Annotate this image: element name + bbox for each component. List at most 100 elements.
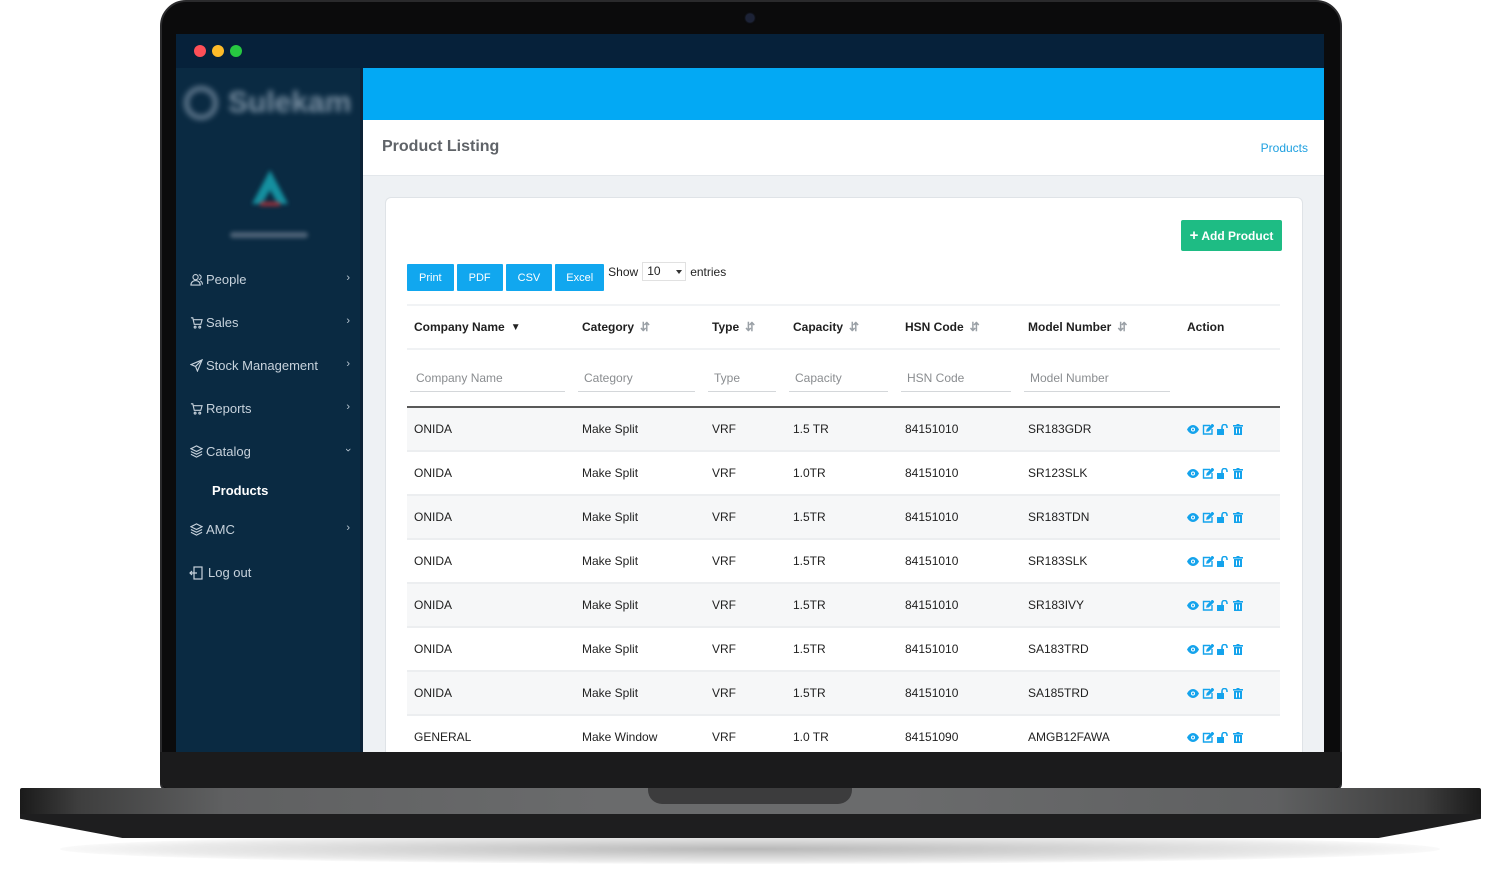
- table-row: ONIDA Make Split VRF 1.5 TR 84151010 SR1…: [407, 407, 1280, 452]
- column-header-model-number[interactable]: Model Number ⇵: [1021, 304, 1180, 350]
- view-icon[interactable]: [1187, 555, 1199, 567]
- cell-hsn-code: 84151010: [898, 627, 1021, 672]
- table-row: ONIDA Make Split VRF 1.5TR 84151010 SA18…: [407, 671, 1280, 716]
- view-icon[interactable]: [1187, 687, 1199, 699]
- filter-row: [407, 349, 1280, 408]
- cell-hsn-code: 84151010: [898, 539, 1021, 584]
- plus-icon: +: [1189, 226, 1199, 244]
- sidebar-item-people[interactable]: People ›: [176, 258, 360, 301]
- delete-icon[interactable]: [1232, 467, 1244, 479]
- sidebar-item-label: AMC: [206, 522, 235, 537]
- unlock-icon[interactable]: [1217, 555, 1229, 567]
- sidebar-item-catalog[interactable]: Catalog ›: [176, 430, 360, 473]
- add-product-label: Add Product: [1201, 228, 1274, 243]
- column-header-hsn-code[interactable]: HSN Code ⇵: [898, 304, 1021, 350]
- delete-icon[interactable]: [1232, 687, 1244, 699]
- cell-type: VRF: [705, 627, 786, 672]
- edit-icon[interactable]: [1202, 731, 1214, 743]
- edit-icon[interactable]: [1202, 423, 1214, 435]
- sidebar-item-reports[interactable]: Reports ›: [176, 387, 360, 430]
- column-header-company-name[interactable]: Company Name ▼: [407, 304, 575, 350]
- unlock-icon[interactable]: [1217, 687, 1229, 699]
- delete-icon[interactable]: [1232, 599, 1244, 611]
- type-filter[interactable]: [708, 364, 776, 392]
- cell-type: VRF: [705, 715, 786, 752]
- delete-icon[interactable]: [1232, 643, 1244, 655]
- table-row: ONIDA Make Split VRF 1.5TR 84151010 SA18…: [407, 627, 1280, 672]
- chevron-right-icon: ›: [346, 522, 350, 534]
- column-header-capacity[interactable]: Capacity ⇵: [786, 304, 898, 350]
- cell-capacity: 1.5TR: [786, 671, 898, 716]
- view-icon[interactable]: [1187, 511, 1199, 523]
- sort-both-icon: ⇵: [745, 320, 756, 335]
- edit-icon[interactable]: [1202, 643, 1214, 655]
- edit-icon[interactable]: [1202, 555, 1214, 567]
- sidebar-subitem-products[interactable]: Products: [176, 473, 360, 508]
- delete-icon[interactable]: [1232, 555, 1244, 567]
- edit-icon[interactable]: [1202, 511, 1214, 523]
- unlock-icon[interactable]: [1217, 467, 1229, 479]
- edit-icon[interactable]: [1202, 599, 1214, 611]
- close-window-button[interactable]: [194, 45, 206, 57]
- cell-capacity: 1.0TR: [786, 451, 898, 496]
- minimize-window-button[interactable]: [212, 45, 224, 57]
- edit-icon[interactable]: [1202, 687, 1214, 699]
- company-name-filter[interactable]: [410, 364, 565, 392]
- hsn-code-filter[interactable]: [901, 364, 1011, 392]
- page-length-control: Show 10 entries: [608, 262, 726, 281]
- brand-logo[interactable]: Sulekam: [184, 78, 351, 128]
- model-number-filter[interactable]: [1024, 364, 1170, 392]
- capacity-filter[interactable]: [789, 364, 888, 392]
- unlock-icon[interactable]: [1217, 731, 1229, 743]
- delete-icon[interactable]: [1232, 423, 1244, 435]
- csv-button[interactable]: CSV: [505, 264, 553, 291]
- sort-both-icon: ⇵: [640, 320, 651, 335]
- sidebar-item-logout[interactable]: Log out: [176, 551, 360, 594]
- cell-company-name: ONIDA: [407, 671, 575, 716]
- page-title: Product Listing: [382, 138, 500, 155]
- sidebar-item-stock-management[interactable]: Stock Management ›: [176, 344, 360, 387]
- cell-type: VRF: [705, 407, 786, 452]
- cell-type: VRF: [705, 539, 786, 584]
- screen: Sulekam People › Sales › Stock Managemen…: [176, 34, 1324, 752]
- column-header-type[interactable]: Type ⇵: [705, 304, 786, 350]
- page-length-select[interactable]: 10: [642, 262, 687, 281]
- column-header-category[interactable]: Category ⇵: [575, 304, 705, 350]
- view-icon[interactable]: [1187, 643, 1199, 655]
- delete-icon[interactable]: [1232, 511, 1244, 523]
- user-name-placeholder: [230, 232, 308, 238]
- unlock-icon[interactable]: [1217, 511, 1229, 523]
- unlock-icon[interactable]: [1217, 599, 1229, 611]
- products-table: Company Name ▼ Category ⇵ Type ⇵ Capacity ⇵ …: [407, 304, 1280, 752]
- view-icon[interactable]: [1187, 731, 1199, 743]
- excel-button[interactable]: Excel: [555, 264, 605, 291]
- maximize-window-button[interactable]: [230, 45, 242, 57]
- cell-category: Make Split: [575, 627, 705, 672]
- sidebar-item-label: People: [206, 272, 247, 287]
- sidebar-item-sales[interactable]: Sales ›: [176, 301, 360, 344]
- cell-category: Make Split: [575, 583, 705, 628]
- column-header-action: Action: [1180, 304, 1280, 350]
- sidebar: Sulekam People › Sales › Stock Managemen…: [176, 68, 363, 752]
- cell-category: Make Split: [575, 671, 705, 716]
- breadcrumb-products[interactable]: Products: [1261, 141, 1308, 155]
- cell-category: Make Split: [575, 539, 705, 584]
- category-filter[interactable]: [578, 364, 695, 392]
- view-icon[interactable]: [1187, 423, 1199, 435]
- cell-actions: [1180, 495, 1280, 540]
- unlock-icon[interactable]: [1217, 643, 1229, 655]
- table-row: ONIDA Make Split VRF 1.5TR 84151010 SR18…: [407, 539, 1280, 584]
- edit-icon[interactable]: [1202, 467, 1214, 479]
- layers-icon: [188, 445, 204, 458]
- pdf-button[interactable]: PDF: [456, 264, 503, 291]
- cell-actions: [1180, 407, 1280, 452]
- view-icon[interactable]: [1187, 467, 1199, 479]
- chevron-down-icon: ›: [342, 448, 355, 452]
- unlock-icon[interactable]: [1217, 423, 1229, 435]
- add-product-button[interactable]: + Add Product: [1181, 220, 1282, 251]
- sidebar-item-label: Log out: [208, 565, 252, 580]
- view-icon[interactable]: [1187, 599, 1199, 611]
- sidebar-item-amc[interactable]: AMC ›: [176, 508, 360, 551]
- print-button[interactable]: Print: [407, 264, 454, 291]
- delete-icon[interactable]: [1232, 731, 1244, 743]
